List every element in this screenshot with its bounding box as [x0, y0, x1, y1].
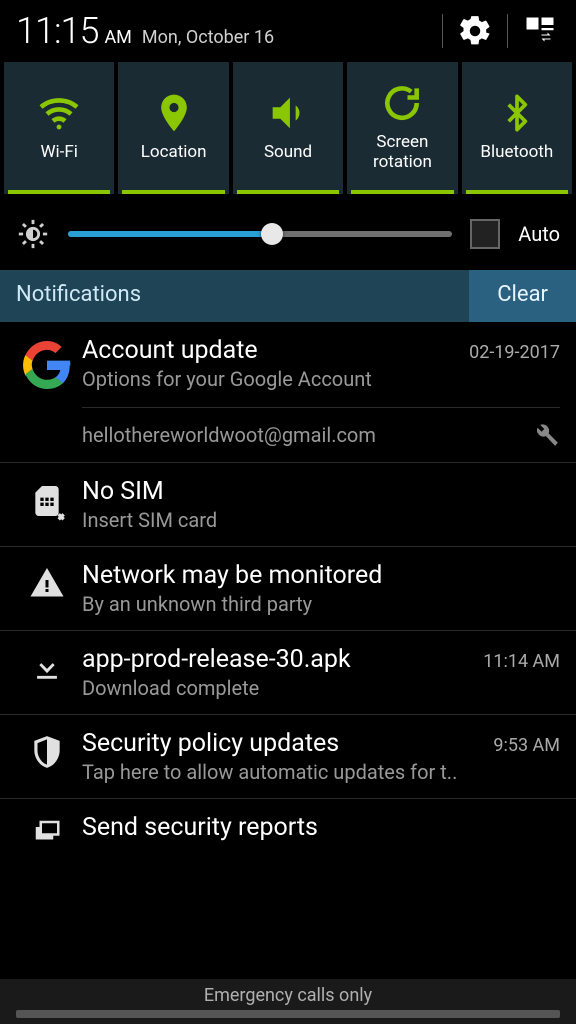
notification-download[interactable]: app-prod-release-30.apk 11:14 AM Downloa… [0, 631, 576, 715]
toggle-location[interactable]: Location [118, 62, 228, 194]
auto-brightness-checkbox[interactable] [470, 219, 500, 249]
notification-subtitle: Options for your Google Account [82, 367, 560, 391]
notification-header: Notifications Clear [0, 270, 576, 322]
toggle-label: Screen rotation [373, 133, 432, 172]
notification-title: Network may be monitored [82, 561, 560, 590]
toggle-sound[interactable]: Sound [233, 62, 343, 194]
notification-time: 9:53 AM [493, 735, 560, 756]
toggle-wifi[interactable]: Wi-Fi [4, 62, 114, 194]
slider-thumb[interactable] [261, 223, 283, 245]
notification-account-update[interactable]: Account update 02-19-2017 Options for yo… [0, 322, 576, 463]
auto-label: Auto [518, 222, 560, 246]
notifications-title: Notifications [0, 270, 469, 322]
clock-ampm: AM [104, 27, 131, 48]
quick-toggles: Wi-Fi Location Sound Screen rotation Blu… [0, 58, 576, 198]
toggle-bluetooth[interactable]: Bluetooth [462, 62, 572, 194]
toggle-rotation[interactable]: Screen rotation [347, 62, 457, 194]
clock-date: Mon, October 16 [142, 27, 274, 48]
notification-security-reports[interactable]: Send security reports [0, 799, 576, 853]
notification-title: Account update [82, 336, 459, 365]
toggle-label: Bluetooth [480, 143, 553, 163]
brightness-row: Auto [0, 198, 576, 270]
notification-title: No SIM [82, 477, 560, 506]
notification-detail: hellothereworldwoot@gmail.com [82, 423, 534, 447]
footer: Emergency calls only [0, 979, 576, 1024]
rotation-icon [380, 75, 424, 131]
notification-subtitle: By an unknown third party [82, 592, 560, 616]
brightness-icon [16, 217, 50, 251]
divider [507, 14, 508, 48]
slider-fill [68, 231, 272, 237]
settings-icon[interactable] [457, 13, 493, 49]
bluetooth-icon [497, 85, 537, 141]
warning-icon [12, 561, 82, 601]
reports-icon [12, 813, 82, 847]
drag-handle[interactable] [16, 1010, 560, 1018]
status-bar: 11:15 AM Mon, October 16 [0, 0, 576, 58]
shield-icon [12, 729, 82, 771]
notification-time: 02-19-2017 [469, 342, 560, 363]
clear-button[interactable]: Clear [469, 270, 576, 322]
notification-subtitle: Tap here to allow automatic updates for … [82, 760, 560, 784]
google-icon [12, 336, 82, 390]
notification-title: app-prod-release-30.apk [82, 645, 473, 674]
notification-no-sim[interactable]: No SIM Insert SIM card [0, 463, 576, 547]
sim-icon [12, 477, 82, 521]
clock-time: 11:15 [16, 10, 98, 52]
notification-title: Send security reports [82, 813, 560, 842]
notification-network-monitored[interactable]: Network may be monitored By an unknown t… [0, 547, 576, 631]
grid-toggle-icon[interactable] [522, 13, 558, 49]
notification-security-policy[interactable]: Security policy updates 9:53 AM Tap here… [0, 715, 576, 799]
notification-list: Account update 02-19-2017 Options for yo… [0, 322, 576, 853]
notification-title: Security policy updates [82, 729, 483, 758]
wrench-icon[interactable] [534, 422, 560, 448]
toggle-label: Sound [264, 143, 312, 163]
notification-subtitle: Insert SIM card [82, 508, 560, 532]
notification-subtitle: Download complete [82, 676, 560, 700]
notification-time: 11:14 AM [483, 651, 560, 672]
location-icon [152, 85, 196, 141]
emergency-text: Emergency calls only [0, 985, 576, 1006]
download-icon [12, 645, 82, 683]
brightness-slider[interactable] [68, 231, 452, 237]
wifi-icon [35, 85, 83, 141]
divider [442, 14, 443, 48]
sound-icon [265, 85, 311, 141]
toggle-label: Location [141, 143, 207, 163]
toggle-label: Wi-Fi [40, 143, 77, 163]
